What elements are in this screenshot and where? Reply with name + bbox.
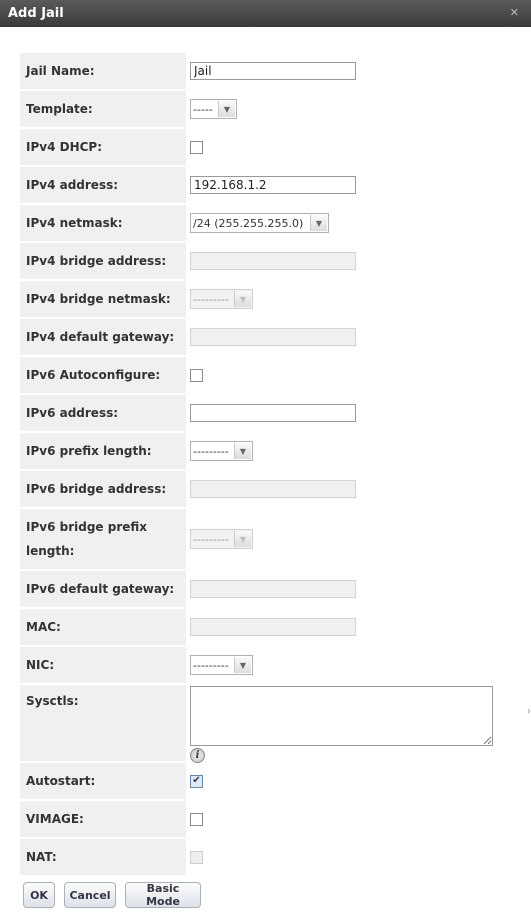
template-row: Template: ----- ▼ [20, 90, 520, 128]
nat-label: NAT: [20, 839, 186, 875]
ipv6-address-row: IPv6 address: [20, 394, 520, 432]
nat-checkbox [190, 850, 203, 864]
basic-mode-button[interactable]: Basic Mode [125, 882, 201, 908]
ipv4-bridge-address-row: IPv4 bridge address: [20, 242, 520, 280]
ipv6-bridge-address-label: IPv6 bridge address: [20, 471, 186, 507]
ipv6-prefix-length-value: --------- [193, 444, 229, 458]
jail-name-input[interactable] [190, 62, 356, 80]
ipv4-bridge-netmask-row: IPv4 bridge netmask: --------- ▼ [20, 280, 520, 318]
button-bar: OK Cancel Basic Mode [23, 882, 201, 908]
ipv4-bridge-address-input [190, 252, 356, 270]
nat-row: NAT: [20, 838, 520, 876]
close-icon[interactable]: ✕ [510, 6, 519, 19]
mac-input [190, 618, 356, 636]
ipv4-netmask-value: /24 (255.255.255.0) [193, 216, 304, 230]
ipv6-default-gateway-input [190, 580, 356, 598]
dialog-titlebar: Add Jail ✕ [0, 0, 531, 27]
ipv4-bridge-address-label: IPv4 bridge address: [20, 243, 186, 279]
chevron-down-icon: ▼ [234, 291, 251, 307]
template-select-value: ----- [193, 102, 213, 116]
sysctls-label: Sysctls: [20, 685, 186, 761]
chevron-down-icon: ▼ [234, 443, 251, 459]
ipv4-netmask-select[interactable]: /24 (255.255.255.0) ▼ [190, 213, 329, 233]
nic-label: NIC: [20, 647, 186, 683]
ipv4-bridge-netmask-label: IPv4 bridge netmask: [20, 281, 186, 317]
dialog-title: Add Jail [8, 6, 64, 21]
ipv6-prefix-length-label: IPv6 prefix length: [20, 433, 186, 469]
ipv6-bridge-address-row: IPv6 bridge address: [20, 470, 520, 508]
ok-button[interactable]: OK [23, 882, 55, 908]
ipv4-netmask-label: IPv4 netmask: [20, 205, 186, 241]
vimage-checkbox[interactable] [190, 812, 203, 826]
ipv6-autoconfigure-label: IPv6 Autoconfigure: [20, 357, 186, 393]
ipv6-autoconfigure-row: IPv6 Autoconfigure: [20, 356, 520, 394]
ipv4-netmask-row: IPv4 netmask: /24 (255.255.255.0) ▼ [20, 204, 520, 242]
nic-row: NIC: --------- ▼ [20, 646, 520, 684]
jail-name-row: Jail Name: [20, 52, 520, 90]
chevron-down-icon: ▼ [234, 657, 251, 673]
nic-select-value: --------- [193, 658, 229, 672]
ipv4-bridge-netmask-value: --------- [193, 292, 229, 306]
scroll-handle-icon: › [527, 706, 531, 717]
ipv4-address-row: IPv4 address: [20, 166, 520, 204]
chevron-down-icon: ▼ [218, 101, 235, 117]
nic-select[interactable]: --------- ▼ [190, 655, 253, 675]
info-icon[interactable]: i [190, 748, 205, 763]
ipv6-bridge-prefix-length-row: IPv6 bridge prefix length: --------- ▼ [20, 508, 520, 570]
vimage-label: VIMAGE: [20, 801, 186, 837]
autostart-checkbox[interactable]: ✔ [190, 774, 203, 788]
ipv6-bridge-prefix-length-value: --------- [193, 532, 229, 546]
ipv6-bridge-address-input [190, 480, 356, 498]
ipv6-default-gateway-row: IPv6 default gateway: [20, 570, 520, 608]
add-jail-form: Jail Name: Template: ----- ▼ IPv4 DHCP: … [20, 52, 520, 876]
ipv6-bridge-prefix-length-select: --------- ▼ [190, 529, 253, 549]
ipv4-bridge-netmask-select: --------- ▼ [190, 289, 253, 309]
mac-label: MAC: [20, 609, 186, 645]
ipv4-address-input[interactable] [190, 176, 356, 194]
ipv6-prefix-length-select[interactable]: --------- ▼ [190, 441, 253, 461]
ipv6-prefix-length-row: IPv6 prefix length: --------- ▼ [20, 432, 520, 470]
ipv4-address-label: IPv4 address: [20, 167, 186, 203]
ipv6-default-gateway-label: IPv6 default gateway: [20, 571, 186, 607]
ipv6-bridge-prefix-length-label-line2: length: [26, 544, 75, 558]
ipv6-bridge-prefix-length-label: IPv6 bridge prefix length: [20, 509, 186, 569]
ipv6-address-input[interactable] [190, 404, 356, 422]
ipv4-dhcp-label: IPv4 DHCP: [20, 129, 186, 165]
mac-row: MAC: [20, 608, 520, 646]
chevron-down-icon: ▼ [310, 215, 327, 231]
vimage-row: VIMAGE: [20, 800, 520, 838]
chevron-down-icon: ▼ [234, 531, 251, 547]
cancel-button[interactable]: Cancel [64, 882, 116, 908]
template-select[interactable]: ----- ▼ [190, 99, 237, 119]
ipv6-address-label: IPv6 address: [20, 395, 186, 431]
sysctls-row: Sysctls: i [20, 684, 520, 763]
ipv4-dhcp-row: IPv4 DHCP: [20, 128, 520, 166]
autostart-label: Autostart: [20, 763, 186, 799]
template-label: Template: [20, 91, 186, 127]
autostart-row: Autostart: ✔ [20, 762, 520, 800]
ipv6-bridge-prefix-length-label-line1: IPv6 bridge prefix [26, 520, 148, 534]
ipv4-dhcp-checkbox[interactable] [190, 140, 203, 154]
ipv4-default-gateway-label: IPv4 default gateway: [20, 319, 186, 355]
ipv6-autoconfigure-checkbox[interactable] [190, 368, 203, 382]
sysctls-textarea[interactable] [190, 686, 493, 746]
jail-name-label: Jail Name: [20, 53, 186, 89]
ipv4-default-gateway-row: IPv4 default gateway: [20, 318, 520, 356]
ipv4-default-gateway-input [190, 328, 356, 346]
